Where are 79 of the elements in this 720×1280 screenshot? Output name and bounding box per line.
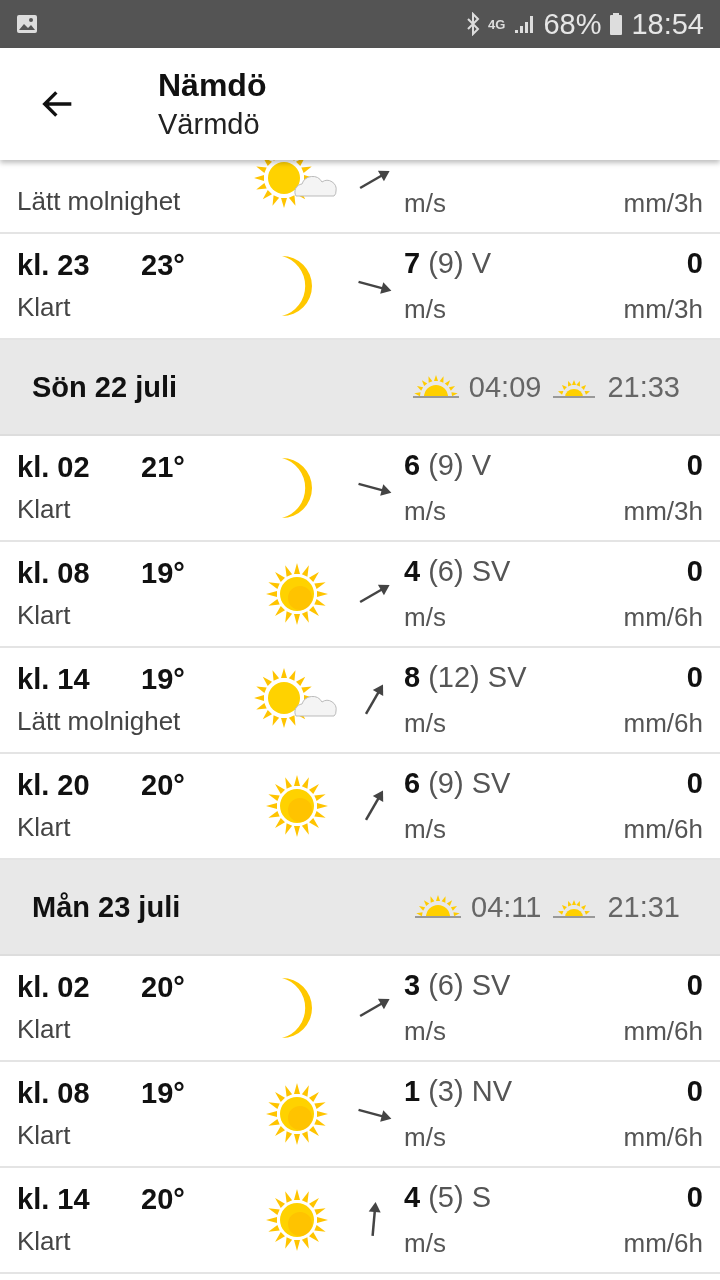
precipitation-unit: mm/6h <box>623 1122 703 1153</box>
temperature: 19° <box>141 1077 185 1110</box>
battery-percent: 68% <box>543 7 602 41</box>
hour-label: kl. 20 <box>17 769 91 802</box>
precipitation-unit: mm/3h <box>623 188 703 219</box>
temperature: 19° <box>141 663 185 696</box>
clock: 18:54 <box>631 7 704 41</box>
sunrise-icon <box>410 375 461 399</box>
precipitation: 0 <box>686 969 703 1002</box>
precipitation: 0 <box>686 247 703 280</box>
place-subtitle: Värmdö <box>158 108 261 141</box>
precipitation: 0 <box>686 1181 703 1214</box>
sunrise-time: 04:11 <box>471 890 542 924</box>
condition-text: Klart <box>17 1120 72 1151</box>
precipitation-unit: mm/3h <box>623 496 703 527</box>
precipitation-unit: mm/6h <box>623 1016 703 1047</box>
temperature: 20° <box>141 1183 185 1216</box>
wind-unit: m/s <box>404 1228 447 1259</box>
wind-unit: m/s <box>404 602 447 633</box>
precipitation: 0 <box>686 767 703 800</box>
battery-icon <box>609 12 624 36</box>
hour-label: kl. 14 <box>17 663 91 696</box>
condition-text: Klart <box>17 494 72 525</box>
moon-icon <box>280 977 313 1039</box>
wind-speed: 1 (3) NV <box>404 1075 513 1108</box>
hour-label: kl. 08 <box>17 1077 91 1110</box>
wind-unit: m/s <box>404 294 447 325</box>
day-label: Sön 22 juli <box>32 370 178 404</box>
sunrise-time: 04:09 <box>468 370 542 404</box>
precipitation: 0 <box>686 1075 703 1108</box>
wind-unit: m/s <box>404 1016 447 1047</box>
hour-label: kl. 02 <box>17 971 91 1004</box>
hour-label: kl. 14 <box>17 1183 91 1216</box>
hour-label: kl. 23 <box>17 249 91 282</box>
condition-text: Klart <box>17 292 72 323</box>
wind-speed: 7 (9) V <box>404 247 493 280</box>
wind-unit: m/s <box>404 708 447 739</box>
condition-text: Klart <box>17 1226 72 1257</box>
temperature: 21° <box>141 451 185 484</box>
wind-speed: 6 (9) SV <box>404 767 512 800</box>
precipitation-unit: mm/6h <box>623 602 703 633</box>
network-label: 4G <box>488 16 506 32</box>
wind-speed: 6 (9) V <box>404 449 493 482</box>
wind-speed: 4 (5) S <box>404 1181 493 1214</box>
wind-unit: m/s <box>404 496 447 527</box>
condition-text: Lätt molnighet <box>17 186 182 217</box>
condition-text: Klart <box>17 600 72 631</box>
moon-icon <box>280 255 313 317</box>
condition-text: Lätt molnighet <box>17 706 182 737</box>
condition-text: Klart <box>17 1014 72 1045</box>
precipitation: 0 <box>686 555 703 588</box>
signal-icon <box>513 13 536 35</box>
temperature: 20° <box>141 971 185 1004</box>
bluetooth-icon <box>466 12 481 36</box>
wind-speed: 4 (6) SV <box>404 555 512 588</box>
sunset-time: 21:31 <box>607 890 680 924</box>
day-label: Mån 23 juli <box>32 890 181 924</box>
temperature: 19° <box>141 557 185 590</box>
wind-unit: m/s <box>404 1122 447 1153</box>
wind-unit: m/s <box>404 188 447 219</box>
temperature: 20° <box>141 769 185 802</box>
temperature: 23° <box>141 249 185 282</box>
hour-label: kl. 08 <box>17 557 91 590</box>
place-title: Nämdö <box>158 67 267 104</box>
wind-speed: 3 (6) SV <box>404 969 512 1002</box>
precipitation: 0 <box>686 449 703 482</box>
image-icon <box>16 14 38 34</box>
moon-icon <box>280 457 313 519</box>
sunset-time: 21:33 <box>607 370 680 404</box>
precipitation: 0 <box>686 661 703 694</box>
precipitation-unit: mm/6h <box>623 708 703 739</box>
precipitation-unit: mm/6h <box>623 814 703 845</box>
condition-text: Klart <box>17 812 72 843</box>
wind-speed: 8 (12) SV <box>404 661 528 694</box>
precipitation-unit: mm/3h <box>623 294 703 325</box>
precipitation-unit: mm/6h <box>623 1228 703 1259</box>
sunrise-icon <box>413 895 463 919</box>
wind-unit: m/s <box>404 814 447 845</box>
hour-label: kl. 02 <box>17 451 91 484</box>
